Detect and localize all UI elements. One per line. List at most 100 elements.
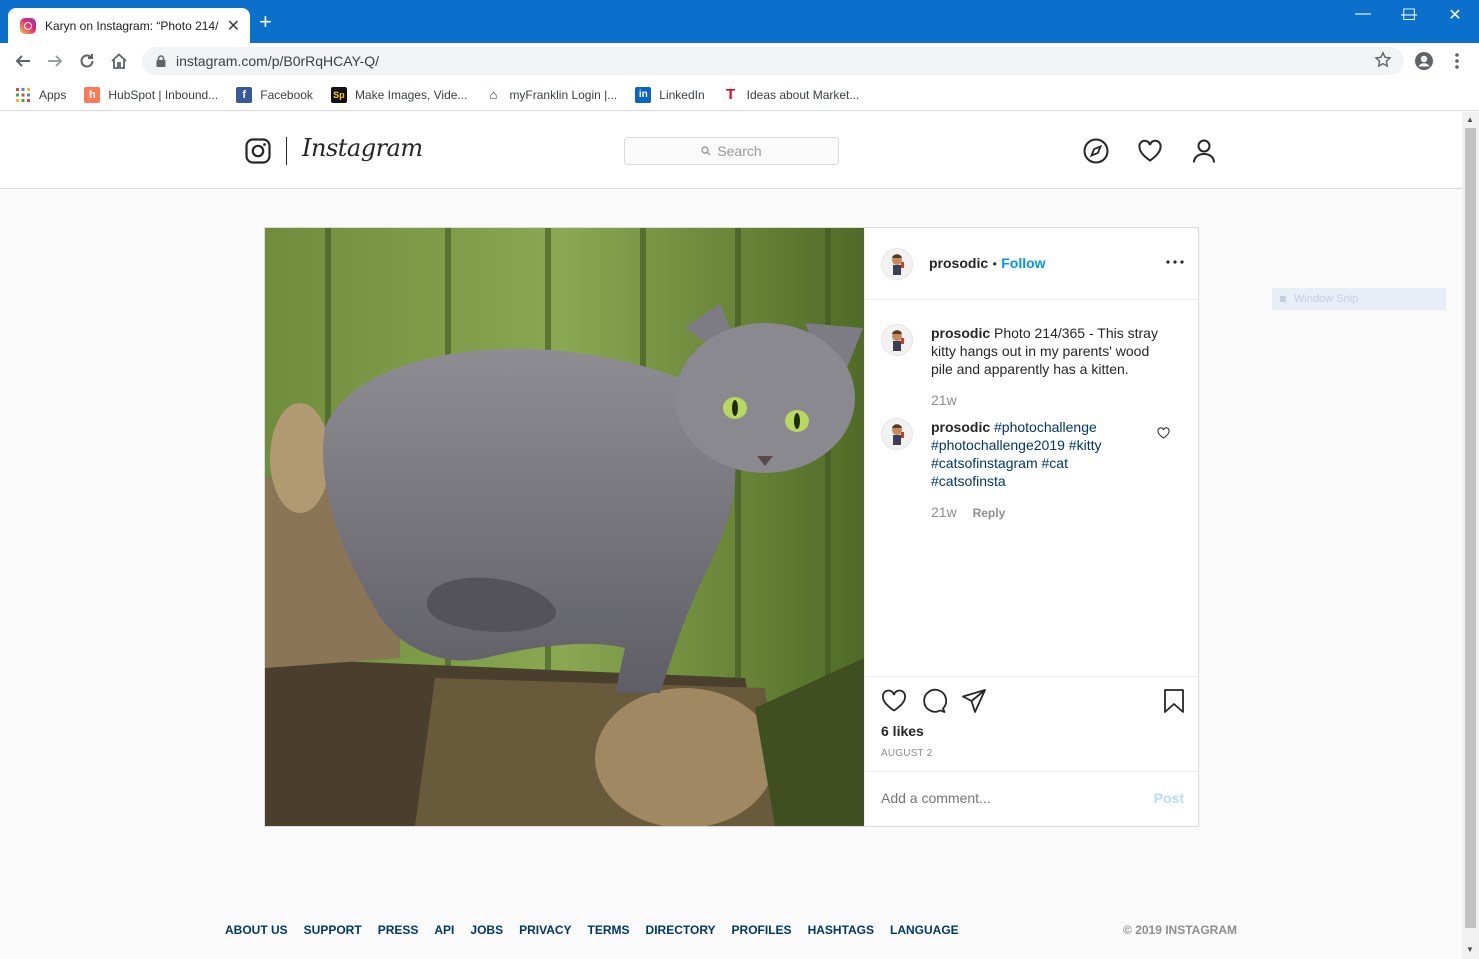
footer-link-press[interactable]: PRESS <box>378 923 419 937</box>
post-photo[interactable] <box>265 228 864 826</box>
instagram-wordmark[interactable]: Instagram <box>302 134 423 162</box>
url-text: instagram.com/p/B0rRqHCAY-Q/ <box>176 53 380 69</box>
hashtag-link[interactable]: #catsofinstagram <box>931 455 1038 471</box>
hashtag-link[interactable]: #kitty <box>1069 437 1102 453</box>
bookmark-label: Apps <box>39 87 67 102</box>
close-window-button[interactable]: ✕ <box>1432 5 1478 25</box>
window-snip-overlay: Window Snip <box>1272 288 1446 310</box>
lock-icon <box>154 54 168 68</box>
browser-tab[interactable]: Karyn on Instagram: “Photo 214/ ✕ <box>8 8 250 43</box>
bookmark-hubspot[interactable]: h HubSpot | Inbound... <box>84 86 219 103</box>
reload-icon <box>80 54 94 68</box>
linkedin-icon: in <box>635 86 652 103</box>
comment-input[interactable] <box>881 790 1141 806</box>
facebook-icon: f <box>236 86 253 103</box>
scroll-up-arrow-icon[interactable]: ▲ <box>1466 115 1474 124</box>
bookmark-facebook[interactable]: f Facebook <box>236 86 313 103</box>
instagram-camera-icon[interactable] <box>245 138 271 169</box>
back-arrow-icon <box>15 55 30 67</box>
caption-text-block: prosodic Photo 214/365 - This stray kitt… <box>931 324 1161 378</box>
forward-button[interactable] <box>43 49 67 73</box>
bookmark-star-icon[interactable] <box>1374 51 1392 74</box>
scrollbar-thumb[interactable] <box>1465 128 1476 928</box>
comments-list: prosodic Photo 214/365 - This stray kitt… <box>865 300 1200 676</box>
share-paper-plane-icon[interactable] <box>961 688 987 714</box>
post-username[interactable]: prosodic <box>929 255 988 271</box>
caption-age[interactable]: 21w <box>931 392 957 408</box>
search-placeholder: Search <box>717 143 762 159</box>
like-heart-icon[interactable] <box>881 688 907 714</box>
apps-grid-icon <box>15 87 31 103</box>
comment-age[interactable]: 21w <box>931 504 957 520</box>
instagram-favicon-icon <box>20 17 36 34</box>
address-bar[interactable]: instagram.com/p/B0rRqHCAY-Q/ <box>142 47 1404 75</box>
hashtag-link[interactable]: #catsofinsta <box>931 473 1006 489</box>
caption-username[interactable]: prosodic <box>931 325 990 341</box>
search-input[interactable]: Search <box>624 137 839 165</box>
footer-link-privacy[interactable]: PRIVACY <box>519 923 571 937</box>
more-options-icon[interactable] <box>1166 248 1184 269</box>
profile-person-icon[interactable] <box>1191 138 1217 164</box>
reload-button[interactable] <box>75 49 99 73</box>
bookmark-label: HubSpot | Inbound... <box>108 87 219 102</box>
footer-link-api[interactable]: API <box>434 923 454 937</box>
avatar[interactable] <box>881 418 913 450</box>
footer-link-jobs[interactable]: JOBS <box>470 923 503 937</box>
hubspot-icon: h <box>84 86 101 103</box>
scroll-down-arrow-icon[interactable]: ▼ <box>1466 945 1474 954</box>
comment-username[interactable]: prosodic <box>931 419 990 435</box>
caption-comment: prosodic Photo 214/365 - This stray kitt… <box>881 324 1181 414</box>
bookmark-myfranklin[interactable]: ⌂ myFranklin Login |... <box>485 86 618 103</box>
hashtag-link[interactable]: #cat <box>1042 455 1068 471</box>
reply-button[interactable]: Reply <box>973 506 1006 520</box>
hashtag-comment: prosodic #photochallenge #photochallenge… <box>881 418 1181 528</box>
avatar[interactable] <box>881 248 913 280</box>
maximize-window-button[interactable]: ☐ <box>1386 5 1432 25</box>
tab-close-icon[interactable]: ✕ <box>227 16 240 36</box>
kebab-menu-icon <box>1455 53 1459 69</box>
new-tab-button[interactable]: + <box>259 11 272 33</box>
follow-button[interactable]: Follow <box>1001 255 1045 271</box>
footer-link-language[interactable]: LANGUAGE <box>890 923 959 937</box>
snip-icon <box>1280 296 1286 302</box>
likes-count[interactable]: 6 likes <box>881 723 924 739</box>
post-comment-button[interactable]: Post <box>1154 790 1184 806</box>
avatar[interactable] <box>881 324 913 356</box>
footer-link-support[interactable]: SUPPORT <box>304 923 362 937</box>
save-bookmark-icon[interactable] <box>1163 688 1189 714</box>
bookmarks-bar: Apps h HubSpot | Inbound... f Facebook S… <box>0 79 1479 111</box>
activity-heart-icon[interactable] <box>1137 138 1163 164</box>
hashtag-link[interactable]: #photochallenge <box>994 419 1097 435</box>
page-scrollbar[interactable]: ▲ ▼ <box>1462 112 1479 959</box>
bookmark-label: myFranklin Login |... <box>509 87 618 102</box>
bookmark-label: Facebook <box>260 87 313 102</box>
bookmark-linkedin[interactable]: in LinkedIn <box>635 86 705 103</box>
home-button[interactable] <box>107 49 131 73</box>
profile-button[interactable] <box>1412 49 1436 73</box>
comment-bubble-icon[interactable] <box>921 688 948 714</box>
comment-like-heart-icon[interactable] <box>1157 426 1170 444</box>
window-snip-label: Window Snip <box>1294 293 1359 305</box>
explore-compass-icon[interactable] <box>1083 138 1109 164</box>
post-header: prosodic • Follow <box>865 228 1200 300</box>
post-sidebar: prosodic • Follow prosodic Photo 214/365… <box>864 228 1200 826</box>
footer-link-hashtags[interactable]: HASHTAGS <box>808 923 874 937</box>
footer-link-directory[interactable]: DIRECTORY <box>646 923 716 937</box>
footer-link-profiles[interactable]: PROFILES <box>732 923 792 937</box>
instagram-header: Instagram Search <box>0 112 1462 189</box>
post-date[interactable]: AUGUST 2 <box>881 748 932 759</box>
footer-link-about[interactable]: ABOUT US <box>225 923 288 937</box>
hashtag-link[interactable]: #photochallenge2019 <box>931 437 1065 453</box>
bookmark-ideas[interactable]: T Ideas about Market... <box>722 86 860 103</box>
post-card: prosodic • Follow prosodic Photo 214/365… <box>264 227 1200 827</box>
footer-link-terms[interactable]: TERMS <box>588 923 630 937</box>
minimize-window-button[interactable]: — <box>1340 5 1386 23</box>
bookmark-spark[interactable]: Sp Make Images, Vide... <box>330 86 467 103</box>
page-footer: ABOUT US SUPPORT PRESS API JOBS PRIVACY … <box>225 923 1237 937</box>
search-icon <box>701 146 711 156</box>
bookmark-apps[interactable]: Apps <box>15 87 66 103</box>
franklin-icon: ⌂ <box>485 86 502 103</box>
back-button[interactable] <box>11 49 35 73</box>
browser-menu-button[interactable] <box>1445 49 1469 73</box>
bookmark-label: Ideas about Market... <box>746 87 860 102</box>
